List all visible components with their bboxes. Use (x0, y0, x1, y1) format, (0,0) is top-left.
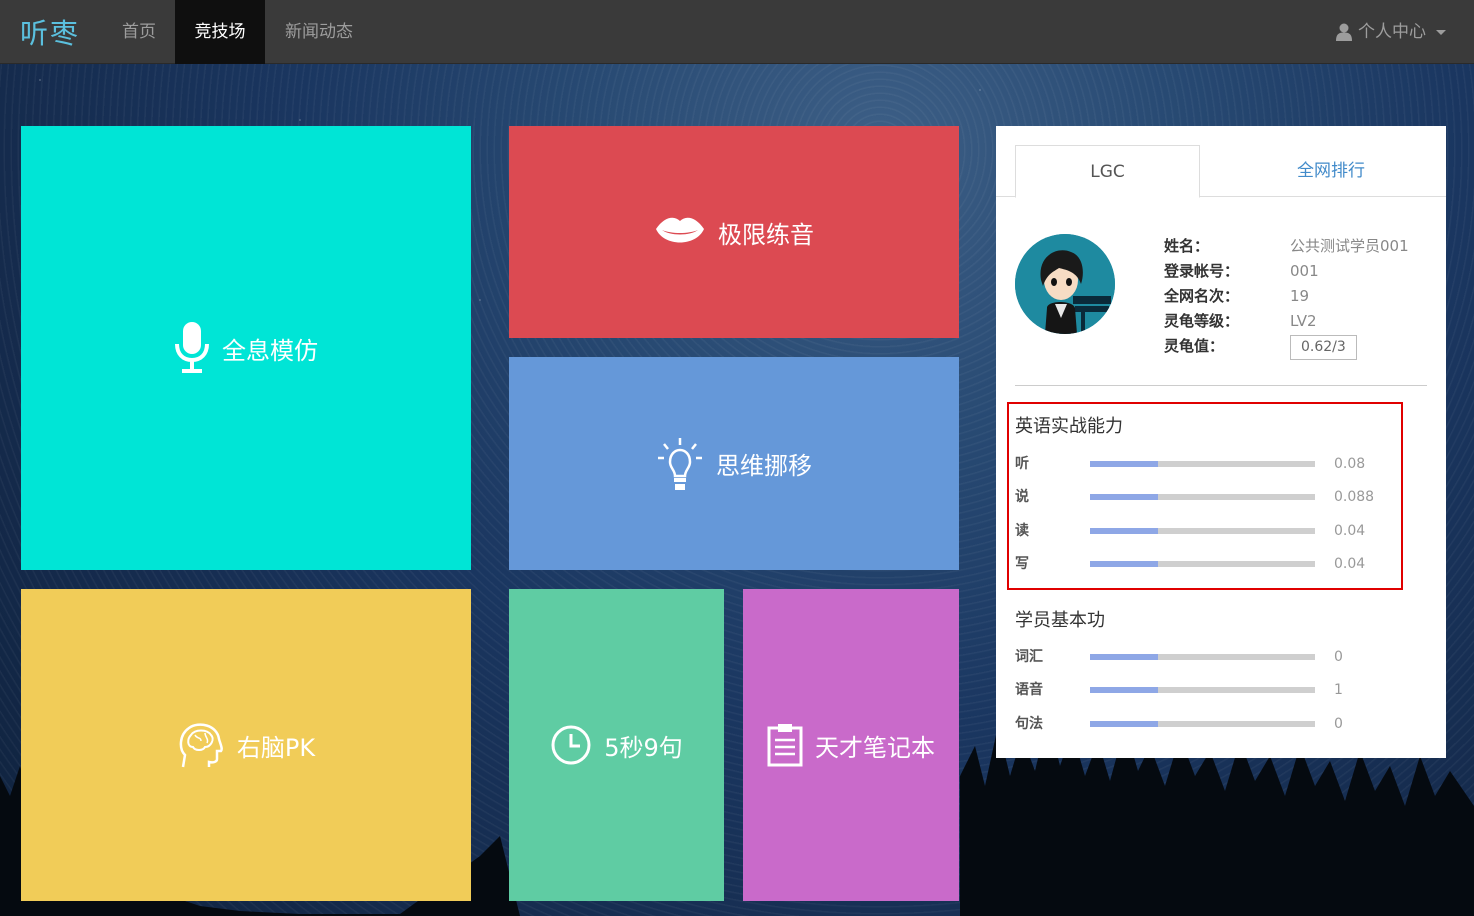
skill-value: 0.08 (1334, 456, 1366, 472)
skill-value: 0 (1334, 649, 1343, 665)
skill-value: 0.04 (1334, 523, 1366, 539)
brain-head-icon (179, 723, 223, 768)
tile-extreme-pronunciation[interactable]: 极限练音 (509, 126, 959, 338)
label-level: 灵龟等级： (1164, 312, 1240, 330)
progress-fill (1090, 528, 1158, 534)
value-account: 001 (1290, 262, 1319, 280)
progress-bar (1090, 654, 1315, 660)
nav-item-arena[interactable]: 竞技场 (175, 0, 265, 64)
skill-row-reading: 读 0.04 (1015, 521, 1425, 541)
skill-value: 1 (1334, 682, 1343, 698)
value-level: LV2 (1290, 312, 1317, 330)
progress-fill (1090, 461, 1158, 467)
skill-name: 词汇 (1015, 649, 1043, 665)
tile-label: 全息模仿 (222, 336, 318, 365)
section-title-english-ability: 英语实战能力 (1015, 416, 1123, 437)
tile-genius-notebook[interactable]: 天才笔记本 (743, 589, 959, 901)
section-title-basics: 学员基本功 (1015, 610, 1105, 631)
progress-fill (1090, 494, 1158, 500)
skill-row-vocabulary: 词汇 0 (1015, 647, 1425, 667)
progress-fill (1090, 687, 1158, 693)
top-navbar: 听枣 首页 竞技场 新闻动态 个人中心 (0, 0, 1474, 64)
progress-bar (1090, 494, 1315, 500)
skill-name: 语音 (1015, 682, 1043, 698)
tile-label: 右脑PK (236, 733, 316, 762)
skill-name: 读 (1015, 523, 1029, 539)
skill-row-syntax: 句法 0 (1015, 714, 1425, 734)
skill-row-speaking: 说 0.088 (1015, 487, 1425, 507)
skill-name: 听 (1015, 456, 1029, 472)
tab-lgc[interactable]: LGC (1015, 145, 1200, 198)
lightbulb-icon (658, 437, 702, 490)
progress-bar (1090, 461, 1315, 467)
caret-down-icon (1436, 29, 1446, 35)
label-account: 登录帐号： (1164, 262, 1240, 280)
divider (1015, 385, 1427, 386)
tab-ranking[interactable]: 全网排行 (1236, 145, 1426, 197)
value-rank: 19 (1290, 287, 1310, 305)
clipboard-icon (767, 724, 803, 767)
label-name: 姓名： (1164, 237, 1210, 255)
skill-value: 0 (1334, 716, 1343, 732)
nav-item-news[interactable]: 新闻动态 (270, 0, 368, 64)
tile-label: 思维挪移 (716, 452, 812, 480)
progress-fill (1090, 721, 1158, 727)
progress-bar (1090, 687, 1315, 693)
tile-mind-shift[interactable]: 思维挪移 (509, 357, 959, 570)
microphone-icon (175, 322, 209, 373)
progress-bar (1090, 721, 1315, 727)
skill-name: 写 (1015, 556, 1029, 572)
progress-fill (1090, 654, 1158, 660)
skill-value: 0.088 (1334, 489, 1375, 505)
tile-right-brain-pk[interactable]: 右脑PK (21, 589, 471, 901)
user-icon (1336, 23, 1352, 41)
clock-icon (551, 725, 591, 765)
tile-five-seconds[interactable]: 5秒9句 (509, 589, 724, 901)
panel-tabs: LGC 全网排行 (996, 145, 1446, 198)
lips-icon (656, 217, 704, 243)
skill-name: 说 (1015, 489, 1029, 505)
label-points: 灵龟值： (1164, 337, 1225, 355)
tile-label: 天才笔记本 (815, 733, 935, 762)
user-menu-dropdown[interactable]: 个人中心 (1336, 0, 1446, 64)
profile-values: 公共测试学员001 001 19 LV2 0.62/3 (1290, 234, 1440, 360)
tile-label: 5秒9句 (604, 733, 683, 762)
tile-holographic-imitation[interactable]: 全息模仿 (21, 126, 471, 570)
progress-bar (1090, 528, 1315, 534)
progress-fill (1090, 561, 1158, 567)
progress-bar (1090, 561, 1315, 567)
skill-row-listening: 听 0.08 (1015, 454, 1425, 474)
value-name: 公共测试学员001 (1290, 237, 1409, 255)
user-menu-label: 个人中心 (1358, 22, 1426, 42)
profile-panel: LGC 全网排行 姓名： 登录帐号： 全网名次： 灵龟等级： 灵龟值： 公共测试… (996, 126, 1446, 758)
value-points: 0.62/3 (1290, 335, 1357, 360)
label-rank: 全网名次： (1164, 287, 1240, 305)
tile-label: 极限练音 (718, 220, 814, 249)
skill-name: 句法 (1015, 716, 1043, 732)
profile-labels: 姓名： 登录帐号： 全网名次： 灵龟等级： 灵龟值： (1164, 234, 1264, 359)
nav-item-home[interactable]: 首页 (104, 0, 174, 64)
skill-row-writing: 写 0.04 (1015, 554, 1425, 574)
brand-logo[interactable]: 听枣 (20, 12, 80, 52)
skill-value: 0.04 (1334, 556, 1366, 572)
avatar (1015, 234, 1115, 334)
skill-row-pronunciation: 语音 1 (1015, 680, 1425, 700)
